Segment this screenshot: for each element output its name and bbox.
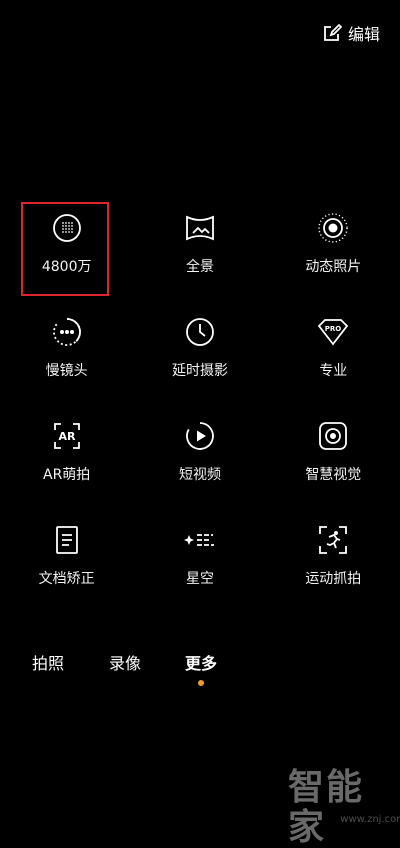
mode-label: 短视频	[178, 467, 221, 483]
mode-live-photo[interactable]: 动态照片	[267, 195, 400, 299]
mode-label: 运动抓拍	[305, 571, 362, 587]
mode-pro[interactable]: PRO 专业	[267, 299, 400, 403]
mode-label: 星空	[185, 571, 214, 587]
tab-video[interactable]: 录像	[109, 650, 141, 674]
edit-button[interactable]: 编辑	[322, 20, 380, 46]
mode-label: 智慧视觉	[305, 467, 362, 483]
tab-more[interactable]: 更多	[185, 650, 217, 674]
mode-label: 专业	[319, 363, 348, 379]
mode-ar[interactable]: AR AR萌拍	[0, 403, 133, 507]
tab-photo[interactable]: 拍照	[32, 650, 64, 674]
ar-icon: AR	[50, 419, 84, 453]
panorama-icon	[183, 211, 217, 245]
mode-short-video[interactable]: 短视频	[133, 403, 266, 507]
edit-label: 编辑	[347, 25, 380, 44]
mode-label: 文档矫正	[38, 571, 95, 587]
svg-text:PRO: PRO	[325, 325, 342, 333]
mode-timelapse[interactable]: 延时摄影	[133, 299, 266, 403]
document-icon	[50, 523, 84, 557]
mode-label: 延时摄影	[171, 363, 228, 379]
watermark-text: 智能家	[288, 767, 365, 848]
watermark: 智能家 www.znj.com	[288, 768, 400, 848]
sport-capture-icon	[316, 523, 350, 557]
pro-icon: PRO	[316, 315, 350, 349]
highlight-box	[21, 202, 109, 296]
timelapse-icon	[183, 315, 217, 349]
mode-label: AR萌拍	[43, 467, 91, 483]
mode-label: 动态照片	[305, 259, 362, 275]
active-tab-indicator	[198, 680, 204, 686]
mode-sport-capture[interactable]: 运动抓拍	[267, 507, 400, 611]
mode-tabs: 拍照 录像 更多	[0, 650, 400, 674]
mode-smart-vision[interactable]: 智慧视觉	[267, 403, 400, 507]
short-video-icon	[183, 419, 217, 453]
mode-slow-motion[interactable]: 慢镜头	[0, 299, 133, 403]
mode-starry-sky[interactable]: 星空	[133, 507, 266, 611]
mode-label: 全景	[185, 259, 214, 275]
edit-icon	[322, 23, 342, 43]
slow-motion-icon	[50, 315, 84, 349]
mode-label: 慢镜头	[45, 363, 88, 379]
live-photo-icon	[316, 211, 350, 245]
mode-document[interactable]: 文档矫正	[0, 507, 133, 611]
starry-sky-icon	[183, 523, 217, 557]
watermark-url: www.znj.com	[340, 814, 400, 825]
svg-text:AR: AR	[58, 430, 76, 443]
smart-vision-icon	[316, 419, 350, 453]
mode-panorama[interactable]: 全景	[133, 195, 266, 299]
